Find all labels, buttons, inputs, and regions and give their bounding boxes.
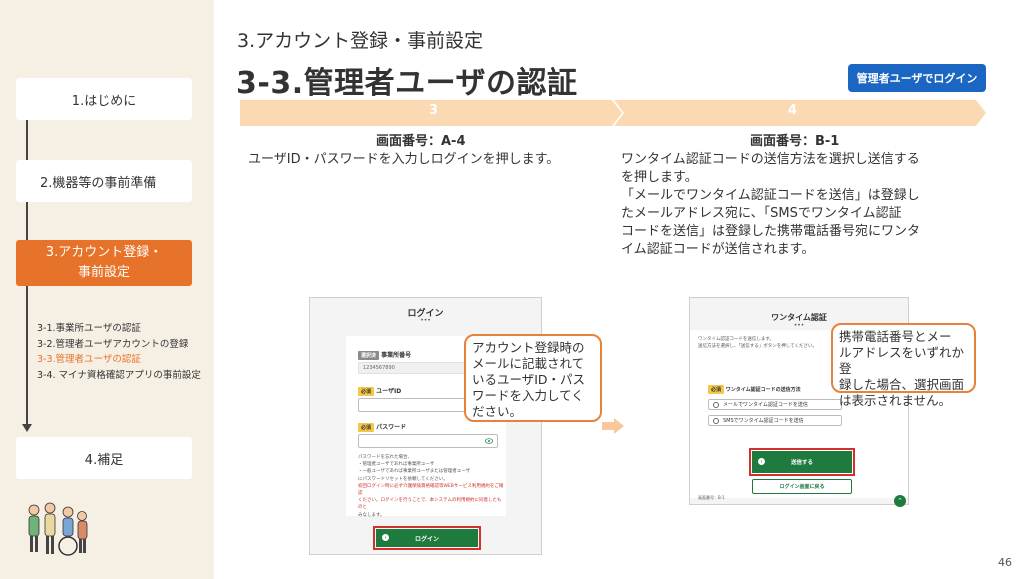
step-segment-4 — [614, 100, 986, 126]
nav-item-label-line2: 事前設定 — [77, 265, 130, 280]
subnav-list: 3-1.事業所ユーザの認証 3-2.管理者ユーザアカウントの登録 3-3.管理者… — [37, 321, 209, 383]
step-3-description: ユーザID・パスワードを入力しログインを押します。 — [248, 151, 559, 169]
required-tag: 必須 — [708, 385, 725, 394]
subnav-item-current[interactable]: 3-3.管理者ユーザの認証 — [37, 352, 209, 368]
subnav-item[interactable]: 3-2.管理者ユーザアカウントの登録 — [37, 337, 209, 353]
desc-line: たメールアドレス宛に、「SMSでワンタイム認証 — [621, 206, 902, 221]
password-input[interactable] — [358, 434, 498, 448]
desc-line: イム認証コードが送信されます。 — [621, 242, 815, 257]
otp-intro-text: ワンタイム認証コードを送信します。 送信方法を選択し、「送信する」ボタンを押して… — [698, 337, 817, 350]
office-number-label: 選択済 事業所番号 — [358, 350, 411, 360]
subnav-item[interactable]: 3-4. マイナ資格確認アプリの事前設定 — [37, 368, 209, 384]
required-tag: 必須 — [358, 423, 375, 432]
page-title: 3-3.管理者ユーザの認証 — [236, 66, 578, 101]
selected-tag: 選択済 — [358, 351, 380, 360]
screen-number-a4: 画面番号：A-4 — [376, 134, 466, 149]
send-button-highlight — [749, 448, 855, 476]
nav-item-label-line1: 3.アカウント登録・ — [45, 245, 163, 260]
required-tag: 必須 — [358, 387, 375, 396]
nav-item-intro[interactable]: 1.はじめに — [16, 78, 192, 120]
userid-label: 必須 ユーザID — [358, 386, 401, 396]
desc-line: 「メールでワンタイム認証コードを送信」は登録し — [621, 188, 920, 203]
nav-item-label: 4.補足 — [84, 452, 124, 468]
step-number-3: 3 — [429, 103, 439, 118]
password-label: 必須 パスワード — [358, 422, 406, 432]
desc-line: を押します。 — [621, 170, 698, 185]
arrow-right-icon — [602, 418, 624, 434]
login-callout: アカウント登録時の メールに記載されて いるユーザID・パス ワードを入力してく… — [464, 334, 602, 422]
radio-sms-option[interactable]: SMSでワンタイム認証コードを送信 — [708, 415, 842, 426]
step-bar — [240, 100, 986, 126]
people-illustration — [28, 502, 88, 556]
page-number: 46 — [998, 556, 1012, 569]
login-button-highlight — [373, 526, 481, 550]
nav-item-supplement[interactable]: 4.補足 — [16, 437, 192, 479]
section-kicker: 3.アカウント登録・事前設定 — [237, 30, 484, 52]
radio-icon — [713, 417, 719, 424]
back-to-login-button[interactable]: ログイン画面に戻る — [752, 479, 852, 494]
nav-item-account[interactable]: 3.アカウント登録・ 事前設定 — [16, 240, 192, 286]
nav-item-label: 1.はじめに — [71, 93, 137, 109]
screen-number-b1: 画面番号：B-1 — [750, 134, 840, 149]
step-number-4: 4 — [788, 103, 798, 118]
step-4-description: ワンタイム認証コードの送信方法を選択し送信する を押します。 「メールでワンタイ… — [621, 151, 920, 259]
otp-method-label: 必須 ワンタイム認証コードの送信方法 — [708, 385, 801, 394]
password-help-note: パスワードを忘れた場合、 ・管理者ユーザであれば事業所ユーザ ・一般ユーザであれ… — [358, 455, 504, 518]
nav-item-preparation[interactable]: 2.機器等の事前準備 — [16, 160, 192, 202]
office-number-value: 1234567890 — [363, 365, 395, 371]
eye-icon[interactable] — [485, 438, 493, 444]
nav-item-label: 2.機器等の事前準備 — [40, 175, 157, 191]
otp-screen-id: 画面番号：B-1 — [698, 495, 725, 500]
desc-line: コードを送信」は登録した携帯電話番号宛にワンタ — [621, 224, 921, 239]
radio-email-option[interactable]: メールでワンタイム認証コードを送信 — [708, 399, 842, 410]
login-role-badge: 管理者ユーザでログイン — [848, 64, 986, 92]
scroll-top-icon[interactable]: ⌃ — [894, 495, 906, 507]
timeline-arrow — [22, 424, 32, 432]
sidebar: 1.はじめに 2.機器等の事前準備 3.アカウント登録・ 事前設定 3-1.事業… — [0, 0, 214, 579]
otp-callout: 携帯電話番号とメー ルアドレスをいずれか登 録した場合、選択画面 は表示されませ… — [831, 323, 976, 408]
desc-line: ワンタイム認証コードの送信方法を選択し送信する — [621, 152, 920, 167]
title-dots: ••• — [420, 317, 431, 324]
radio-icon — [713, 401, 719, 408]
subnav-item[interactable]: 3-1.事業所ユーザの認証 — [37, 321, 209, 337]
desc-line: ユーザID・パスワードを入力しログインを押します。 — [248, 152, 560, 167]
